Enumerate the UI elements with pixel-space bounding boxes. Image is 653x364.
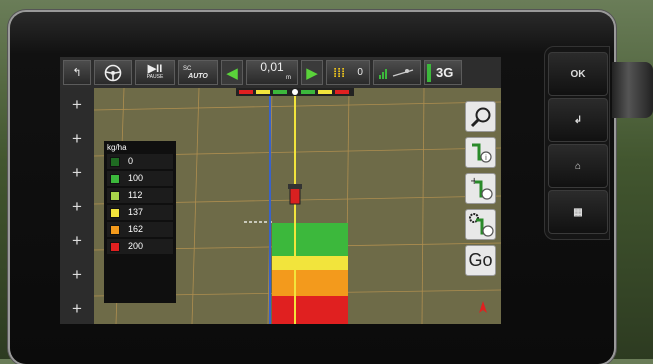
add-icon[interactable]: + <box>70 300 84 317</box>
offset-value-display: 0,01 m <box>246 60 298 85</box>
field-settings-button[interactable] <box>465 209 496 240</box>
shift-left-button[interactable]: ◀ <box>221 60 243 85</box>
home-icon: ⌂ <box>574 160 582 172</box>
legend-row: 162 <box>107 222 173 237</box>
hardware-back-button[interactable]: ↲ <box>548 98 608 142</box>
gps-signal-button[interactable] <box>373 60 421 85</box>
arrow-right-icon: ▶ <box>306 64 318 82</box>
auto-section-control-button[interactable]: SC AUTO <box>178 60 218 85</box>
back-button[interactable]: ↰ <box>63 60 91 85</box>
hardware-menu-button[interactable]: ▦ <box>548 190 608 234</box>
legend-swatch <box>110 174 120 184</box>
add-icon[interactable]: + <box>70 198 84 215</box>
legend-value: 162 <box>128 224 144 234</box>
network-label: 3G <box>436 65 454 80</box>
signal-bar-icon <box>427 63 431 82</box>
legend-row: 0 <box>107 154 173 169</box>
back-arrow-icon: ↲ <box>573 114 583 126</box>
rate-legend: kg/ha 0 100 112 137 162 200 <box>104 141 176 303</box>
legend-swatch <box>110 242 120 252</box>
rows-count: 0 <box>357 67 363 78</box>
go-button[interactable]: Go <box>465 245 496 276</box>
add-icon[interactable]: + <box>70 164 84 181</box>
legend-swatch <box>110 225 120 235</box>
shift-right-button[interactable]: ▶ <box>301 60 323 85</box>
legend-swatch <box>110 208 120 218</box>
track-rows-button[interactable]: ⁞⁞⁞ 0 <box>326 60 370 85</box>
add-icon[interactable]: + <box>70 266 84 283</box>
legend-swatch <box>110 191 120 201</box>
ok-label: OK <box>570 68 586 80</box>
gps-signal-icon <box>379 68 414 79</box>
network-status-button[interactable]: 3G <box>424 60 462 85</box>
legend-row: 100 <box>107 171 173 186</box>
legend-row: 137 <box>107 205 173 220</box>
field-settings-icon <box>468 212 494 237</box>
zoom-button[interactable] <box>465 101 496 132</box>
section-control-label: SC <box>183 65 192 72</box>
top-toolbar: ↰ ▶II PAUSE SC AUTO ◀ 0,01 m ▶ ⁞⁞⁞ 0 3G <box>60 57 501 88</box>
legend-value: 0 <box>128 156 134 166</box>
left-tool-column: + + + + + + + <box>60 88 94 324</box>
legend-value: 112 <box>128 190 143 200</box>
steering-wheel-icon <box>104 64 122 81</box>
add-icon[interactable]: + <box>70 96 84 113</box>
legend-swatch <box>110 157 120 167</box>
steering-button[interactable] <box>94 60 132 85</box>
add-field-button[interactable]: + <box>465 173 496 204</box>
grid-icon: ▦ <box>573 206 583 218</box>
field-info-icon: i <box>471 143 492 163</box>
magnifier-icon <box>470 107 490 127</box>
display-screen: ↰ ▶II PAUSE SC AUTO ◀ 0,01 m ▶ ⁞⁞⁞ 0 3G … <box>60 57 501 324</box>
pause-icon: ▶II <box>147 62 163 75</box>
add-field-icon: + <box>470 176 493 200</box>
offset-unit: m <box>286 74 291 81</box>
legend-unit: kg/ha <box>107 143 127 152</box>
legend-row: 200 <box>107 239 173 254</box>
legend-value: 137 <box>128 207 144 217</box>
auto-label: AUTO <box>188 72 208 80</box>
legend-value: 100 <box>128 173 144 183</box>
svg-text:i: i <box>485 154 487 162</box>
field-info-button[interactable]: i <box>465 137 496 168</box>
crop-rows-icon: ⁞⁞⁞ <box>333 65 346 80</box>
hardware-ok-button[interactable]: OK <box>548 52 608 96</box>
offset-value: 0,01 <box>260 59 284 74</box>
legend-value: 200 <box>128 241 144 251</box>
go-label: Go <box>468 250 493 270</box>
mount-knob <box>612 62 653 118</box>
pause-label: PAUSE <box>146 73 164 80</box>
back-arrow-icon: ↰ <box>72 67 82 79</box>
arrow-left-icon: ◀ <box>226 64 238 82</box>
hardware-home-button[interactable]: ⌂ <box>548 144 608 188</box>
legend-row: 112 <box>107 188 173 203</box>
pause-button[interactable]: ▶II PAUSE <box>135 60 175 85</box>
add-icon[interactable]: + <box>70 130 84 147</box>
add-icon[interactable]: + <box>70 232 84 249</box>
